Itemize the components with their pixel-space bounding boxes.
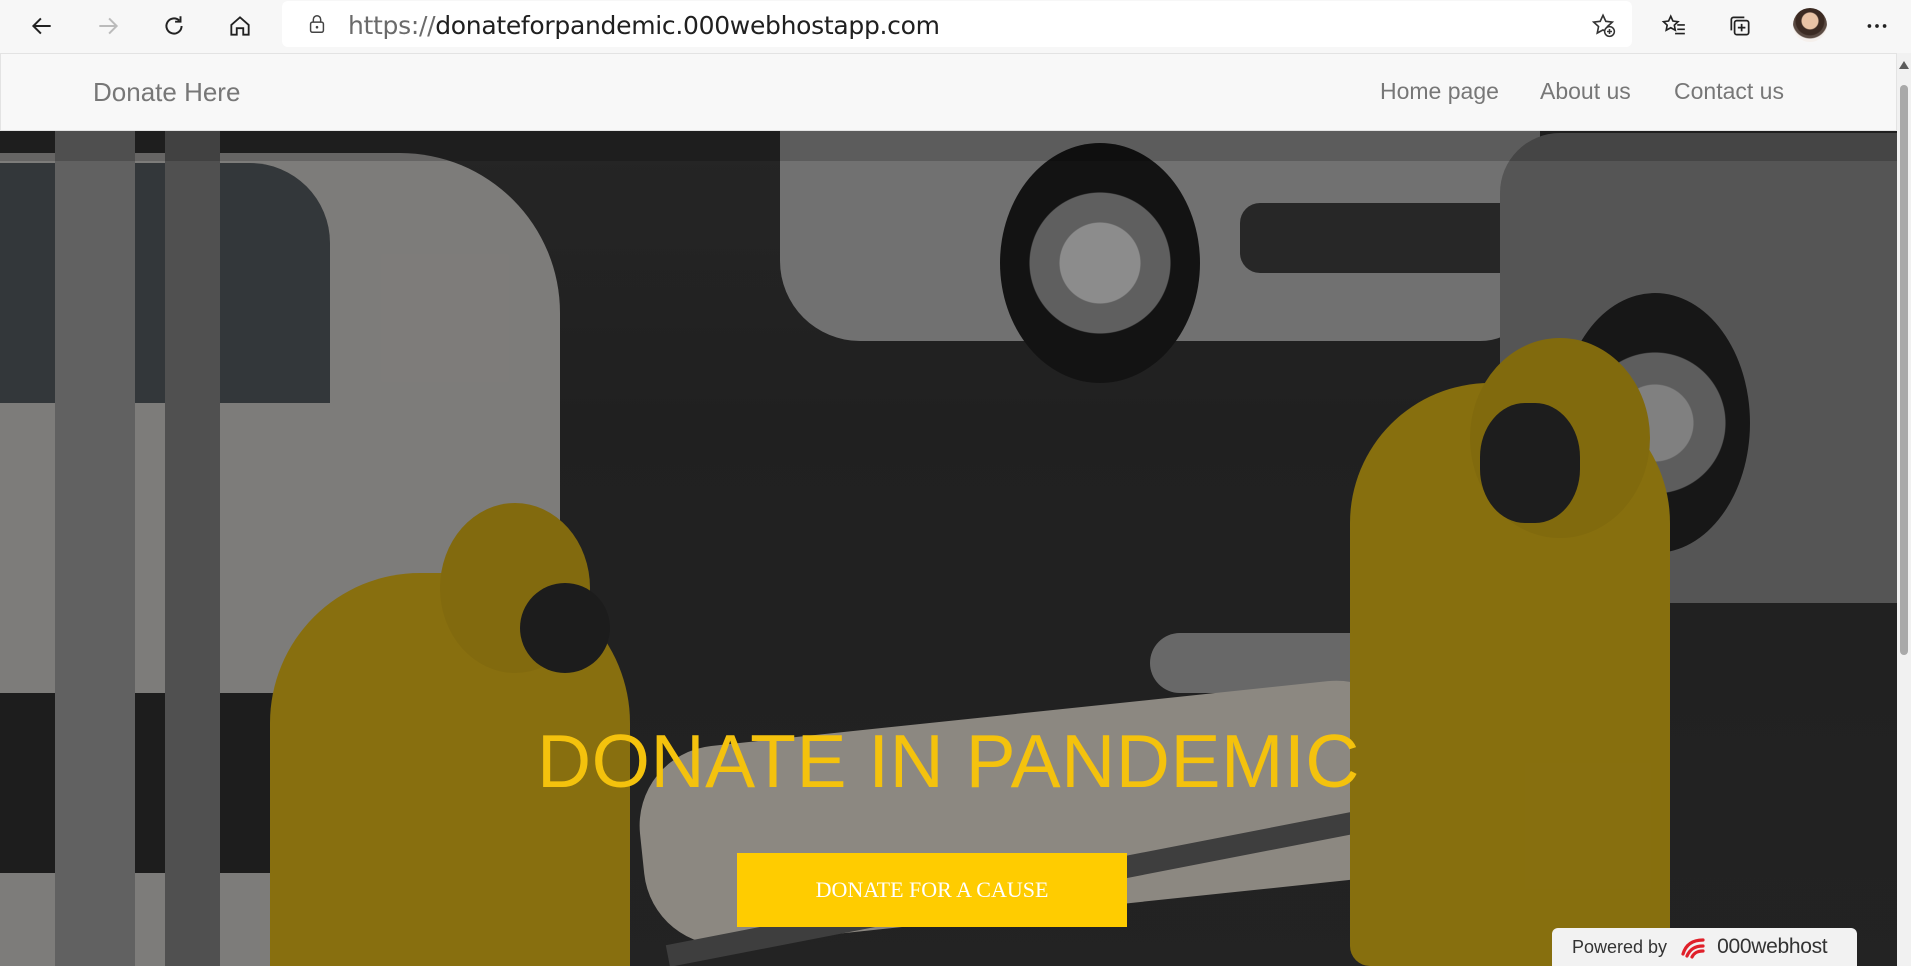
page-scrollbar[interactable] xyxy=(1897,53,1911,966)
url-protocol: https:// xyxy=(348,11,436,40)
back-arrow-icon xyxy=(31,17,51,35)
nav-home-link[interactable]: Home page xyxy=(1380,78,1499,105)
powered-by-label: Powered by xyxy=(1572,936,1668,957)
scroll-up-arrow-icon[interactable] xyxy=(1899,61,1909,69)
refresh-button[interactable] xyxy=(152,5,196,47)
add-favorite-icon[interactable] xyxy=(1590,12,1616,38)
settings-menu-button[interactable] xyxy=(1855,5,1899,47)
refresh-icon xyxy=(165,16,183,35)
more-options-icon xyxy=(1867,24,1887,28)
hero-overlay xyxy=(0,53,1897,966)
000webhost-logo-icon xyxy=(1681,938,1705,959)
collections-icon xyxy=(1730,16,1750,36)
forward-arrow-icon xyxy=(99,17,119,35)
site-navbar: Donate Here Home page About us Contact u… xyxy=(0,53,1897,131)
page-viewport: DONATE IN PANDEMIC DONATE FOR A CAUSE Do… xyxy=(0,53,1897,966)
favorites-icon xyxy=(1661,14,1685,35)
profile-avatar[interactable] xyxy=(1793,8,1827,42)
home-icon xyxy=(230,16,250,36)
forward-button[interactable] xyxy=(86,5,130,47)
home-button[interactable] xyxy=(218,5,262,47)
site-brand[interactable]: Donate Here xyxy=(93,77,240,108)
back-button[interactable] xyxy=(20,5,64,47)
powered-by-badge[interactable]: Powered by 000webhost xyxy=(1552,928,1857,966)
nav-about-link[interactable]: About us xyxy=(1540,78,1631,105)
scroll-thumb[interactable] xyxy=(1900,85,1908,655)
collections-button[interactable] xyxy=(1718,5,1762,47)
lock-icon[interactable] xyxy=(306,13,328,35)
hero-top-strip xyxy=(0,131,1897,161)
nav-contact-link[interactable]: Contact us xyxy=(1674,78,1784,105)
hero-title: DONATE IN PANDEMIC xyxy=(537,719,1360,803)
favorites-button[interactable] xyxy=(1652,5,1696,47)
url-text[interactable]: https://donateforpandemic.000webhostapp.… xyxy=(348,11,940,40)
url-host: donateforpandemic.000webhostapp.com xyxy=(435,11,940,40)
host-name: 000webhost xyxy=(1717,935,1828,958)
hero-section: DONATE IN PANDEMIC DONATE FOR A CAUSE xyxy=(0,53,1897,966)
browser-toolbar: https://donateforpandemic.000webhostapp.… xyxy=(0,0,1911,53)
donate-cause-button[interactable]: DONATE FOR A CAUSE xyxy=(737,853,1127,927)
address-bar[interactable]: https://donateforpandemic.000webhostapp.… xyxy=(282,1,1632,47)
